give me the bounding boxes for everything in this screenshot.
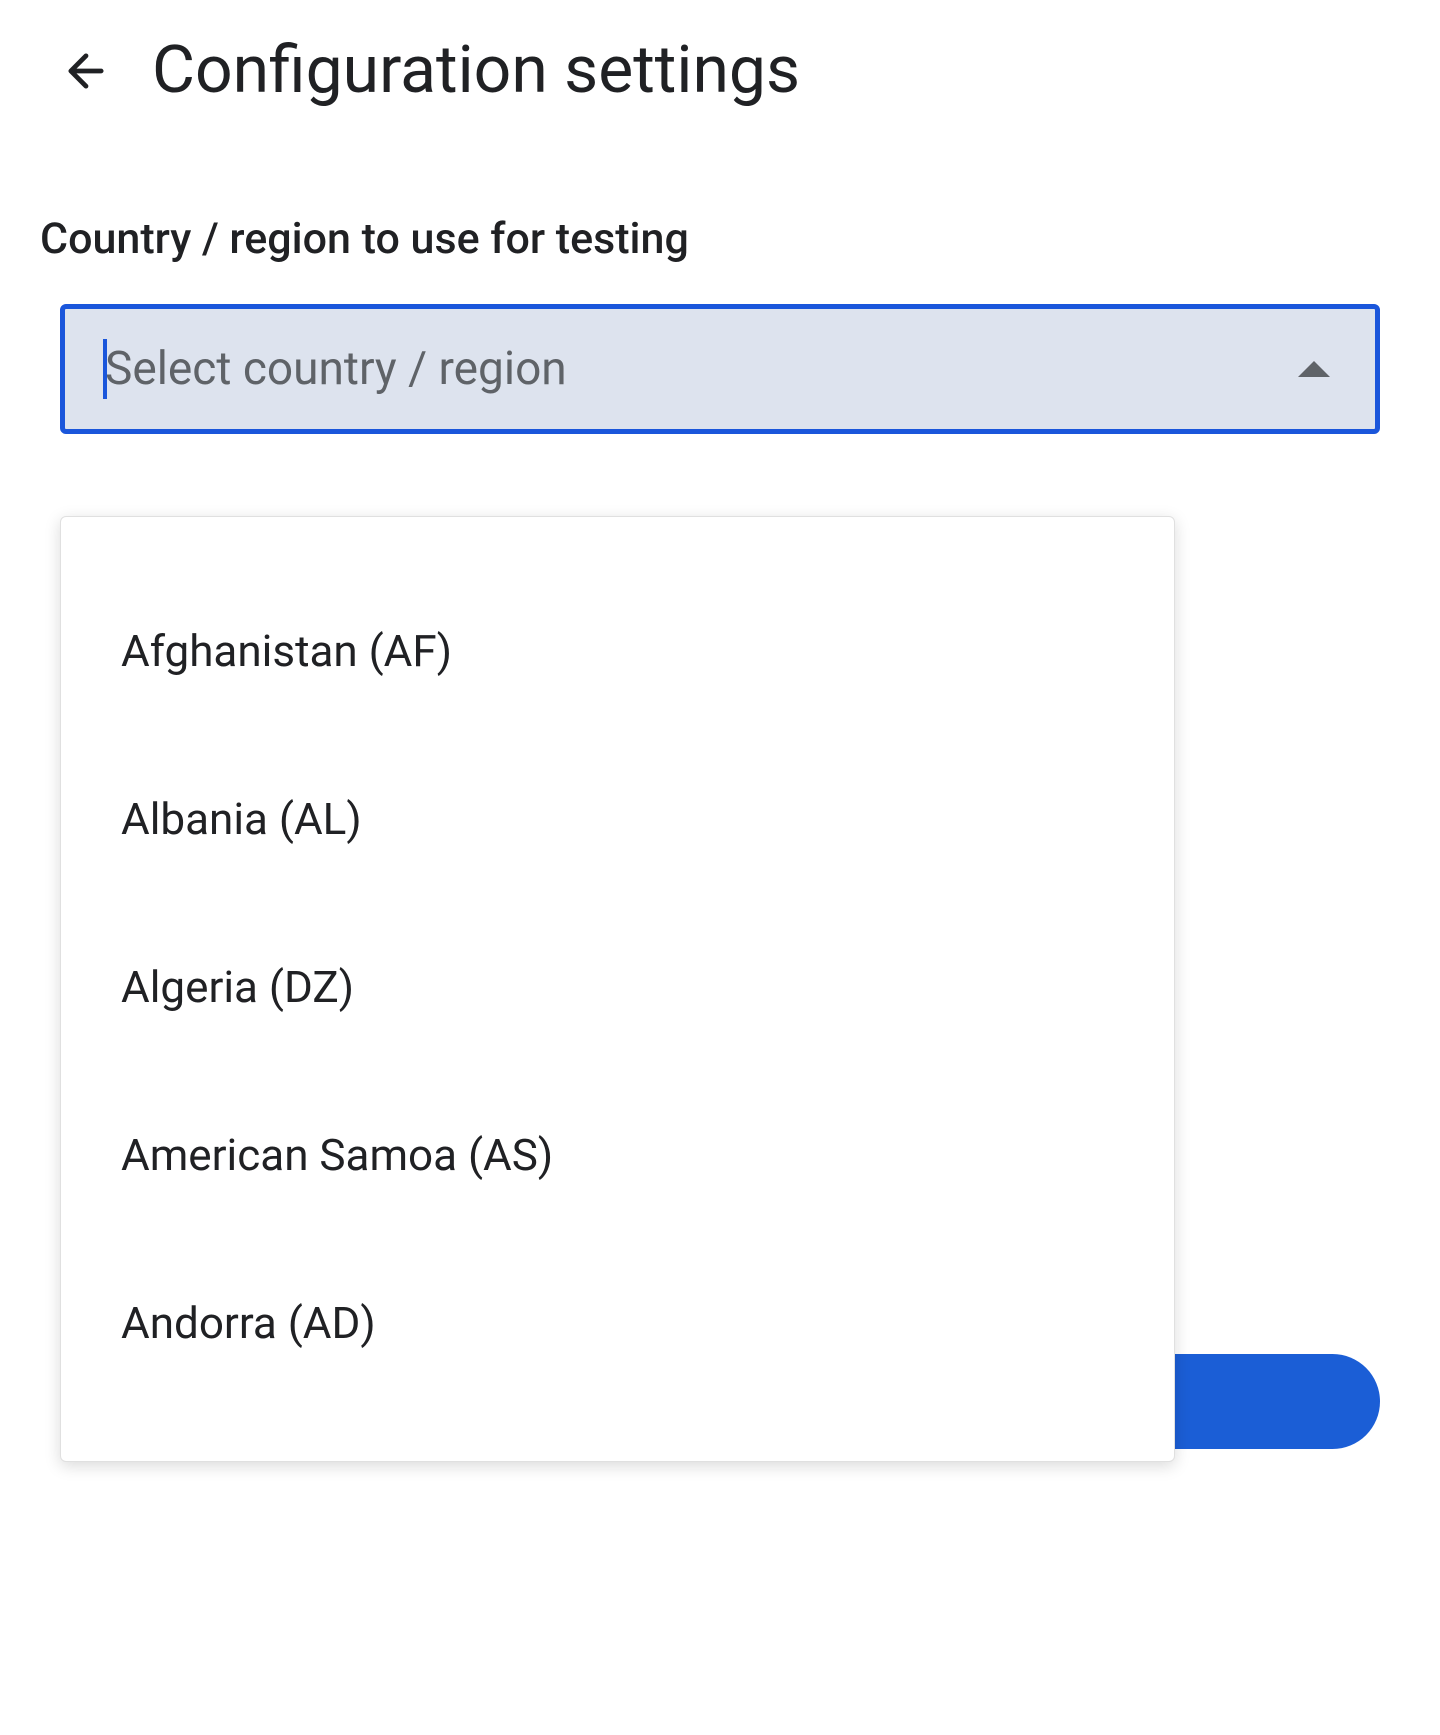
dropdown-item-american-samoa[interactable]: American Samoa (AS)	[61, 1071, 1174, 1239]
page-title: Configuration settings	[152, 32, 800, 109]
dropdown-item-angola[interactable]: Angola (AO)	[61, 1407, 1174, 1462]
country-dropdown-menu: Afghanistan (AF) Albania (AL) Algeria (D…	[60, 516, 1175, 1462]
chevron-up-icon	[1298, 361, 1330, 377]
select-placeholder-text: Select country / region	[105, 342, 567, 396]
back-arrow-icon[interactable]	[60, 45, 112, 97]
select-placeholder: Select country / region	[105, 342, 567, 396]
field-label: Country / region to use for testing	[40, 214, 1380, 264]
country-select-wrapper: Select country / region Afghanistan (AF)…	[60, 304, 1380, 1449]
page-header: Configuration settings	[60, 32, 1380, 109]
text-cursor	[103, 339, 107, 399]
dropdown-item-andorra[interactable]: Andorra (AD)	[61, 1239, 1174, 1407]
dropdown-item-afghanistan[interactable]: Afghanistan (AF)	[61, 567, 1174, 735]
dropdown-item-algeria[interactable]: Algeria (DZ)	[61, 903, 1174, 1071]
country-select[interactable]: Select country / region	[60, 304, 1380, 434]
dropdown-item-albania[interactable]: Albania (AL)	[61, 735, 1174, 903]
